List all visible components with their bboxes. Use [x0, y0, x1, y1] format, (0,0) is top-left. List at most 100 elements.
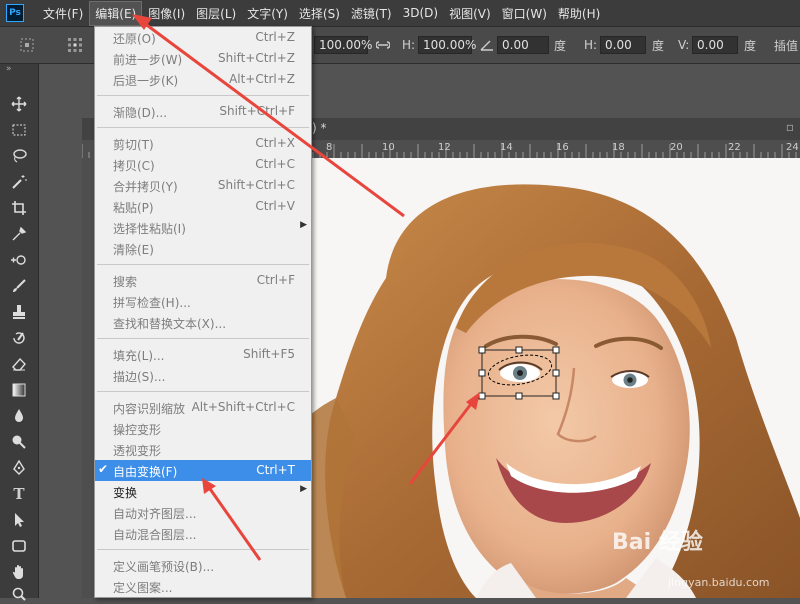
transform-reference-icon[interactable]	[18, 35, 38, 55]
tools-panel: » T	[0, 64, 39, 601]
menu-separator	[97, 549, 309, 550]
eyedropper-tool-icon[interactable]	[9, 224, 29, 244]
reference-point-icon[interactable]	[66, 35, 84, 55]
menu-1[interactable]: 编辑(E)	[89, 0, 143, 26]
edit-menu-item[interactable]: 透视变形	[95, 439, 311, 460]
blur-tool-icon[interactable]	[9, 406, 29, 426]
edit-menu-item-label: 渐隐(D)...	[113, 106, 168, 120]
edit-menu-item[interactable]: 粘贴(P) Ctrl+V	[95, 196, 311, 217]
edit-menu-item-label: 拷贝(C)	[113, 159, 155, 173]
move-tool-icon[interactable]	[9, 94, 29, 114]
menu-9[interactable]: 窗口(W)	[497, 2, 552, 25]
edit-menu-item[interactable]: 变换 ▶	[95, 481, 311, 502]
height-field[interactable]: 100.00%	[418, 36, 476, 54]
edit-menu-item-shortcut: Alt+Ctrl+Z	[229, 72, 295, 86]
edit-menu-item[interactable]: 前进一步(W) Shift+Ctrl+Z	[95, 48, 311, 69]
edit-menu-item[interactable]: 选择性粘贴(I) ▶	[95, 217, 311, 238]
menu-10[interactable]: 帮助(H)	[553, 2, 605, 25]
dodge-tool-icon[interactable]	[9, 432, 29, 452]
edit-menu-item-label: 拼写检查(H)...	[113, 296, 191, 310]
ruler-label: 24	[786, 142, 799, 153]
history-brush-tool-icon[interactable]	[9, 328, 29, 348]
menu-5[interactable]: 选择(S)	[294, 2, 345, 25]
angle-unit: 度	[554, 38, 567, 53]
link-icon[interactable]	[376, 35, 390, 55]
type-tool-icon[interactable]: T	[9, 484, 29, 504]
edit-menu-item-label: 操控变形	[113, 423, 162, 437]
pen-tool-icon[interactable]	[9, 458, 29, 478]
menu-8[interactable]: 视图(V)	[444, 2, 496, 25]
edit-menu-item-label: 粘贴(P)	[113, 201, 154, 215]
magic-wand-tool-icon[interactable]	[9, 172, 29, 192]
edit-menu-item-label: 还原(O)	[113, 32, 156, 46]
edit-menu-item[interactable]: 拷贝(C) Ctrl+C	[95, 154, 311, 175]
lasso-tool-icon[interactable]	[9, 146, 29, 166]
width-field[interactable]: 100.00%	[314, 36, 372, 54]
edit-menu-item-shortcut: Shift+F5	[243, 347, 295, 361]
menu-separator	[97, 127, 309, 128]
edit-menu-item-label: 定义画笔预设(B)...	[113, 560, 215, 574]
edit-menu-item-label: 自由变换(F)	[113, 465, 178, 479]
edit-menu-item-label: 填充(L)...	[113, 349, 165, 363]
edit-menu-item[interactable]: 填充(L)... Shift+F5	[95, 344, 311, 365]
collapse-panel-icon[interactable]: »	[6, 64, 12, 74]
marquee-tool-icon[interactable]	[9, 120, 29, 140]
edit-menu-item[interactable]: 描边(S)...	[95, 365, 311, 386]
menu-3[interactable]: 图层(L)	[191, 2, 241, 25]
edit-menu-item[interactable]: 操控变形	[95, 418, 311, 439]
ruler-label: 8	[326, 142, 333, 153]
edit-menu-item-label: 描边(S)...	[113, 370, 166, 384]
healing-brush-tool-icon[interactable]	[9, 250, 29, 270]
hskew-field[interactable]: 0.00	[600, 36, 646, 54]
brush-tool-icon[interactable]	[9, 276, 29, 296]
menu-6[interactable]: 滤镜(T)	[346, 2, 397, 25]
vskew-label: V:	[678, 38, 690, 52]
angle-field[interactable]: 0.00	[497, 36, 549, 54]
hand-tool-icon[interactable]	[9, 562, 29, 582]
edit-menu-item[interactable]: 还原(O) Ctrl+Z	[95, 27, 311, 48]
hskew-unit: 度	[652, 38, 665, 53]
vskew-field[interactable]: 0.00	[692, 36, 738, 54]
baidu-watermark-logo: Bai 经验	[612, 524, 703, 556]
height-label: H:	[402, 38, 416, 52]
menu-4[interactable]: 文字(Y)	[242, 2, 293, 25]
angle-icon	[480, 35, 494, 55]
menu-7[interactable]: 3D(D)	[398, 3, 443, 23]
menu-0[interactable]: 文件(F)	[38, 2, 88, 25]
watermark-text: Bai 经验	[612, 530, 703, 555]
crop-tool-icon[interactable]	[9, 198, 29, 218]
edit-menu-item[interactable]: 搜索 Ctrl+F	[95, 270, 311, 291]
edit-menu-item[interactable]: 自动对齐图层...	[95, 502, 311, 523]
edit-menu-item[interactable]: 拼写检查(H)...	[95, 291, 311, 312]
edit-menu-item[interactable]: 自动混合图层...	[95, 523, 311, 544]
interpolation-label[interactable]: 插值	[774, 37, 798, 54]
close-document-icon[interactable]: ▫	[786, 120, 794, 134]
ruler-label: 20	[670, 142, 683, 153]
edit-menu-item[interactable]: 内容识别缩放 Alt+Shift+Ctrl+C	[95, 397, 311, 418]
edit-menu-item[interactable]: 定义画笔预设(B)...	[95, 555, 311, 576]
menu-2[interactable]: 图像(I)	[143, 2, 190, 25]
gradient-tool-icon[interactable]	[9, 380, 29, 400]
menu-separator	[97, 264, 309, 265]
edit-menu-item[interactable]: 定义图案...	[95, 576, 311, 597]
eraser-tool-icon[interactable]	[9, 354, 29, 374]
edit-menu-item[interactable]: 渐隐(D)... Shift+Ctrl+F	[95, 101, 311, 122]
edit-menu-item[interactable]: 合并拷贝(Y) Shift+Ctrl+C	[95, 175, 311, 196]
edit-menu-item[interactable]: 查找和替换文本(X)...	[95, 312, 311, 333]
rectangle-tool-icon[interactable]	[9, 536, 29, 556]
edit-menu-item-label: 查找和替换文本(X)...	[113, 317, 227, 331]
edit-menu-item[interactable]: ✔ 自由变换(F) Ctrl+T	[95, 460, 311, 481]
edit-menu-item[interactable]: 清除(E)	[95, 238, 311, 259]
ruler-label: 12	[438, 142, 451, 153]
edit-menu-item-shortcut: Ctrl+T	[256, 463, 295, 477]
edit-menu-item[interactable]: 剪切(T) Ctrl+X	[95, 133, 311, 154]
path-selection-tool-icon[interactable]	[9, 510, 29, 530]
zoom-tool-icon[interactable]	[9, 584, 29, 604]
stamp-tool-icon[interactable]	[9, 302, 29, 322]
menu-items: 文件(F) 编辑(E) 图像(I) 图层(L) 文字(Y) 选择(S) 滤镜(T) 3D(D)…	[38, 0, 606, 26]
edit-menu-item-shortcut: Alt+Shift+Ctrl+C	[191, 400, 295, 414]
edit-menu-item-shortcut: Shift+Ctrl+C	[217, 178, 295, 192]
edit-menu-item[interactable]: 后退一步(K) Alt+Ctrl+Z	[95, 69, 311, 90]
edit-menu-dropdown: 还原(O) Ctrl+Z 前进一步(W) Shift+Ctrl+Z 后退一步(K) Alt…	[94, 26, 312, 598]
vskew-unit: 度	[744, 38, 757, 53]
